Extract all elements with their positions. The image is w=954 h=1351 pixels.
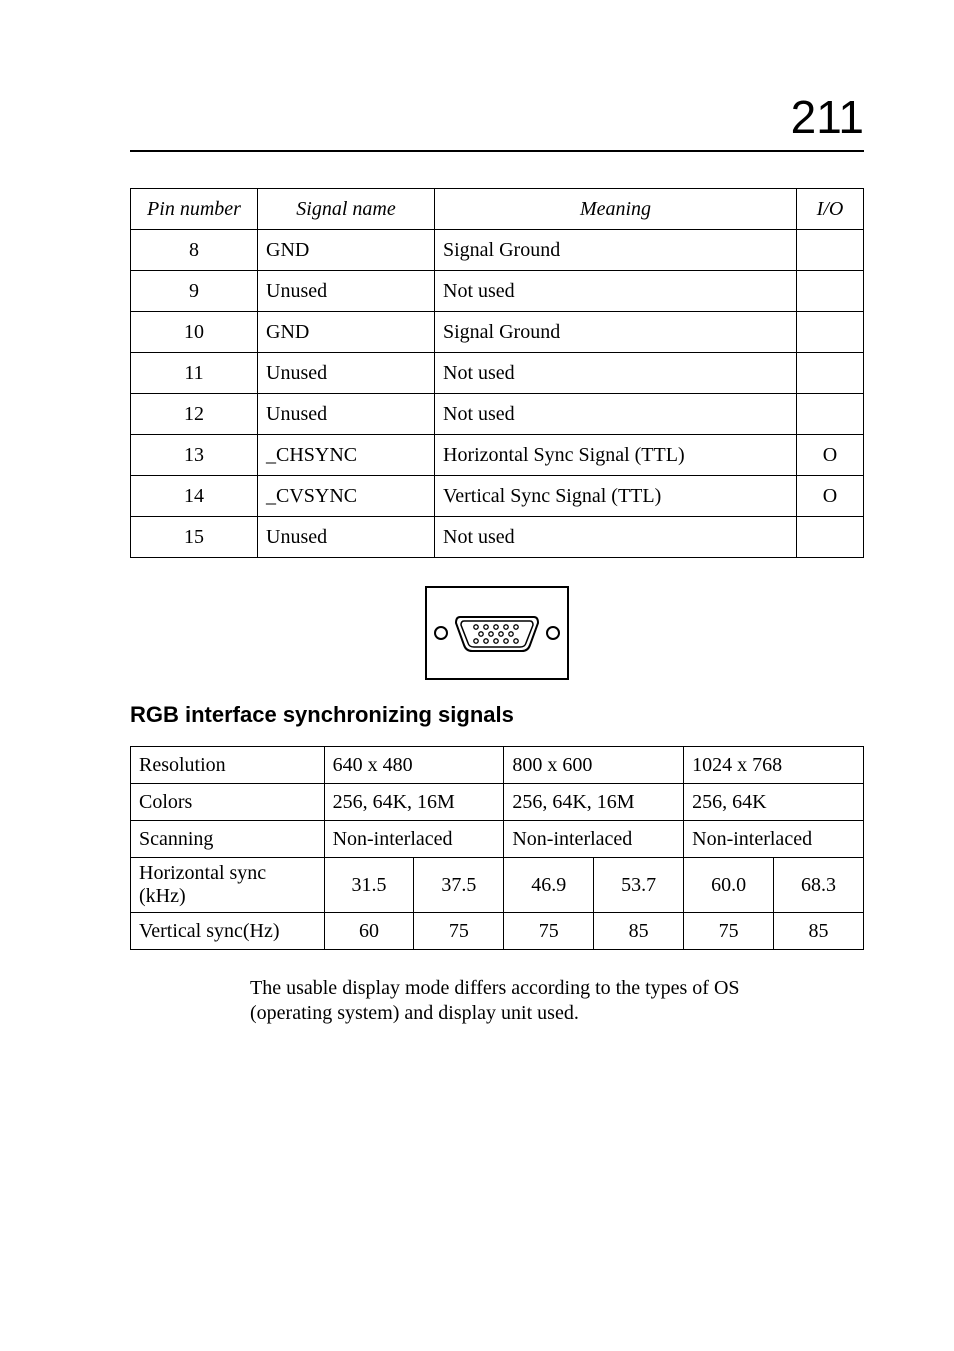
cell-pin: 8	[131, 230, 258, 271]
cell: 256, 64K, 16M	[504, 784, 684, 821]
cell-pin: 15	[131, 517, 258, 558]
table-header-row: Pin number Signal name Meaning I/O	[131, 189, 864, 230]
cell-pin: 13	[131, 435, 258, 476]
cell: 85	[774, 913, 864, 950]
cell-io	[797, 353, 864, 394]
cell-meaning: Signal Ground	[435, 312, 797, 353]
footnote-line: The usable display mode differs accordin…	[250, 977, 740, 999]
cell-io	[797, 230, 864, 271]
cell-signal: Unused	[258, 517, 435, 558]
table-row: 12 Unused Not used	[131, 394, 864, 435]
cell-signal: Unused	[258, 271, 435, 312]
section-heading: RGB interface synchronizing signals	[130, 702, 864, 728]
table-row: Resolution 640 x 480 800 x 600 1024 x 76…	[131, 747, 864, 784]
col-header-pin: Pin number	[131, 189, 258, 230]
row-label: Resolution	[131, 747, 325, 784]
cell-signal: _CVSYNC	[258, 476, 435, 517]
cell-meaning: Vertical Sync Signal (TTL)	[435, 476, 797, 517]
cell-signal: _CHSYNC	[258, 435, 435, 476]
cell-io: O	[797, 435, 864, 476]
cell: 46.9	[504, 858, 594, 913]
cell-signal: Unused	[258, 394, 435, 435]
cell: 640 x 480	[324, 747, 504, 784]
cell: 75	[504, 913, 594, 950]
cell: 75	[414, 913, 504, 950]
table-row: 15 Unused Not used	[131, 517, 864, 558]
footnote: The usable display mode differs accordin…	[250, 976, 864, 1026]
table-row: 14 _CVSYNC Vertical Sync Signal (TTL) O	[131, 476, 864, 517]
cell: 60	[324, 913, 414, 950]
cell: 60.0	[684, 858, 774, 913]
page: 211 Pin number Signal name Meaning I/O 8…	[0, 0, 954, 1026]
pin-signal-table: Pin number Signal name Meaning I/O 8 GND…	[130, 188, 864, 558]
table-row: Horizontal sync (kHz) 31.5 37.5 46.9 53.…	[131, 858, 864, 913]
cell: 256, 64K	[684, 784, 864, 821]
cell: 53.7	[594, 858, 684, 913]
footnote-line: (operating system) and display unit used…	[250, 1002, 579, 1024]
rgb-sync-table: Resolution 640 x 480 800 x 600 1024 x 76…	[130, 746, 864, 950]
page-number-rule	[130, 150, 864, 152]
col-header-io: I/O	[797, 189, 864, 230]
cell-meaning: Not used	[435, 271, 797, 312]
cell: Non-interlaced	[504, 821, 684, 858]
cell: 75	[684, 913, 774, 950]
screw-icon	[546, 626, 560, 640]
cell-io: O	[797, 476, 864, 517]
table-row: Vertical sync(Hz) 60 75 75 85 75 85	[131, 913, 864, 950]
table-row: Colors 256, 64K, 16M 256, 64K, 16M 256, …	[131, 784, 864, 821]
cell-pin: 9	[131, 271, 258, 312]
screw-icon	[434, 626, 448, 640]
cell: 800 x 600	[504, 747, 684, 784]
cell: Non-interlaced	[684, 821, 864, 858]
cell-pin: 10	[131, 312, 258, 353]
table-row: 13 _CHSYNC Horizontal Sync Signal (TTL) …	[131, 435, 864, 476]
row-label: Colors	[131, 784, 325, 821]
table-row: 9 Unused Not used	[131, 271, 864, 312]
cell-io	[797, 312, 864, 353]
cell-meaning: Signal Ground	[435, 230, 797, 271]
row-label: Vertical sync(Hz)	[131, 913, 325, 950]
cell-meaning: Not used	[435, 394, 797, 435]
cell-io	[797, 271, 864, 312]
cell: Non-interlaced	[324, 821, 504, 858]
cell-signal: GND	[258, 312, 435, 353]
table-row: Scanning Non-interlaced Non-interlaced N…	[131, 821, 864, 858]
connector-shell-icon	[454, 613, 540, 653]
table-row: 11 Unused Not used	[131, 353, 864, 394]
cell: 37.5	[414, 858, 504, 913]
col-header-meaning: Meaning	[435, 189, 797, 230]
row-label: Horizontal sync (kHz)	[131, 858, 325, 913]
table-row: 10 GND Signal Ground	[131, 312, 864, 353]
cell-io	[797, 394, 864, 435]
connector-figure	[130, 586, 864, 680]
cell-io	[797, 517, 864, 558]
cell-pin: 11	[131, 353, 258, 394]
table-row: 8 GND Signal Ground	[131, 230, 864, 271]
cell: 1024 x 768	[684, 747, 864, 784]
cell: 31.5	[324, 858, 414, 913]
cell-meaning: Not used	[435, 353, 797, 394]
db15-vga-connector-icon	[425, 586, 569, 680]
page-number: 211	[130, 90, 864, 144]
cell: 68.3	[774, 858, 864, 913]
cell-meaning: Horizontal Sync Signal (TTL)	[435, 435, 797, 476]
cell-meaning: Not used	[435, 517, 797, 558]
col-header-signal: Signal name	[258, 189, 435, 230]
cell-signal: GND	[258, 230, 435, 271]
row-label: Scanning	[131, 821, 325, 858]
cell: 256, 64K, 16M	[324, 784, 504, 821]
cell-signal: Unused	[258, 353, 435, 394]
cell-pin: 14	[131, 476, 258, 517]
cell-pin: 12	[131, 394, 258, 435]
cell: 85	[594, 913, 684, 950]
